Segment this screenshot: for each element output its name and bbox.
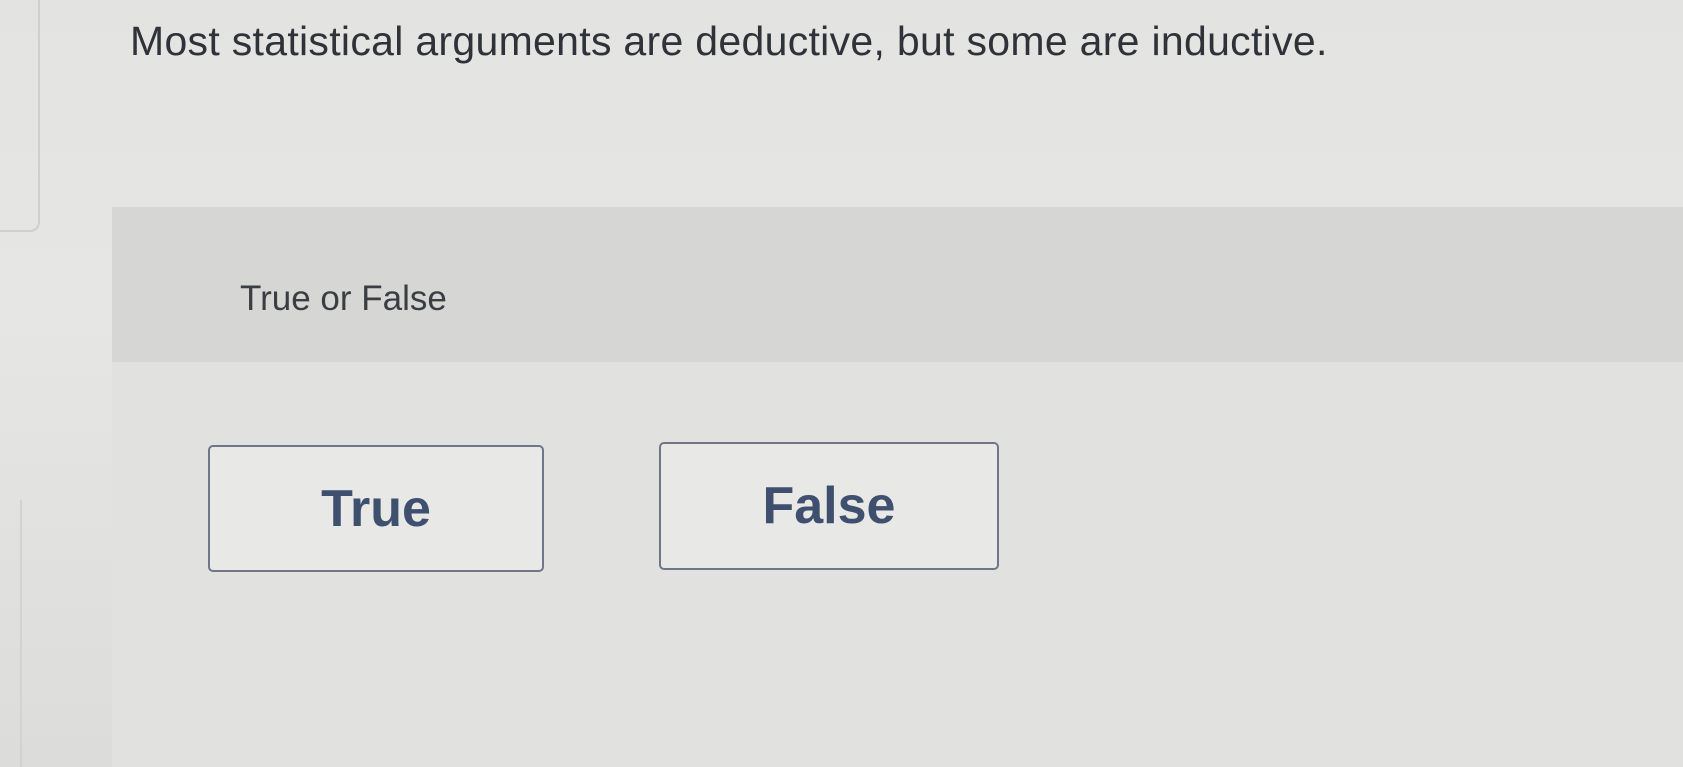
false-button[interactable]: False [659,442,999,570]
question-prompt: Most statistical arguments are deductive… [130,18,1328,64]
question-card: Most statistical arguments are deductive… [0,0,1683,767]
answer-header: True or False [112,207,1683,362]
answer-type-label: True or False [240,279,447,318]
true-button[interactable]: True [208,445,544,572]
previous-panel-edge [0,0,40,232]
previous-panel-edge-lower [0,500,22,767]
